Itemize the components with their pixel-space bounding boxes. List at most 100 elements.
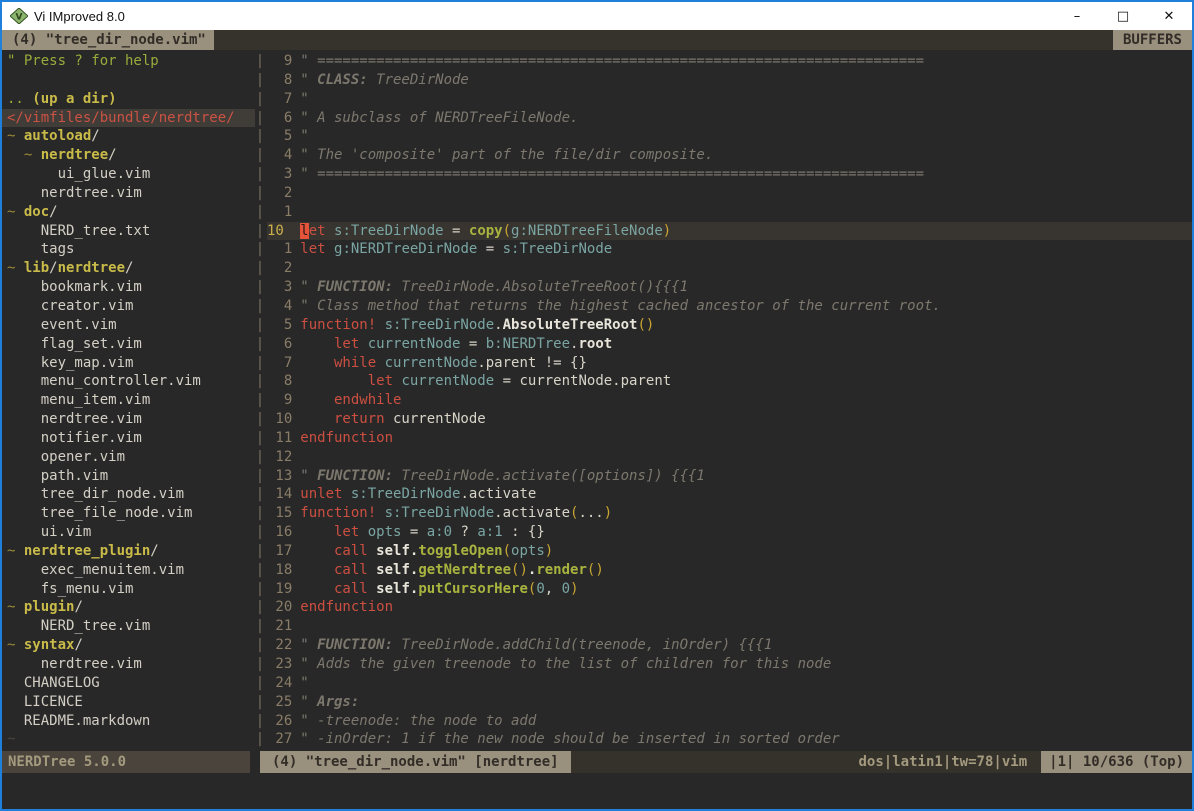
nerdtree-item[interactable]: exec_menuitem.vim [2,561,255,580]
code-text: let currentNode = currentNode.parent [300,373,671,389]
nerdtree-item[interactable]: bookmark.vim [2,278,255,297]
nerdtree-item[interactable]: ~ nerdtree_plugin/ [2,542,255,561]
code-line[interactable]: 7" [267,90,1192,109]
nerdtree-item[interactable]: flag_set.vim [2,335,255,354]
code-line[interactable]: 22" FUNCTION: TreeDirNode.addChild(treen… [267,636,1192,655]
statusline-position: |1| 10/636 (Top) [1041,751,1192,773]
code-line[interactable]: 8 let currentNode = currentNode.parent [267,372,1192,391]
window-split-bar[interactable]: ||||||||||||||||||||||||||||||||||||| [255,50,265,751]
code-line[interactable]: 11endfunction [267,429,1192,448]
token: endfunction [300,599,393,615]
code-line[interactable]: 3" FUNCTION: TreeDirNode.AbsoluteTreeRoo… [267,278,1192,297]
code-line[interactable]: 8" CLASS: TreeDirNode [267,71,1192,90]
code-line[interactable]: 1let g:NERDTreeDirNode = s:TreeDirNode [267,240,1192,259]
code-line[interactable]: 23" Adds the given treenode to the list … [267,655,1192,674]
code-text: while currentNode.parent != {} [300,355,587,371]
token [300,373,367,389]
code-line[interactable]: 13" FUNCTION: TreeDirNode.activate([opti… [267,467,1192,486]
nerdtree-item[interactable]: ui_glue.vim [2,165,255,184]
minimize-button[interactable]: – [1054,2,1100,30]
token: ( [503,223,511,239]
nerdtree-item[interactable]: NERD_tree.vim [2,617,255,636]
code-line[interactable]: 2 [267,259,1192,278]
nerdtree-item[interactable]: menu_item.vim [2,391,255,410]
code-line[interactable]: 9" =====================================… [267,52,1192,71]
code-line[interactable]: 19 call self.putCursorHere(0, 0) [267,580,1192,599]
nerdtree-item[interactable]: path.vim [2,467,255,486]
nerdtree-item[interactable]: ~ nerdtree/ [2,146,255,165]
code-line[interactable]: 27" -inOrder: 1 if the new node should b… [267,730,1192,749]
nerdtree-item[interactable]: ~ lib/nerdtree/ [2,259,255,278]
nerdtree-item[interactable]: ~ plugin/ [2,598,255,617]
code-line[interactable]: 4" Class method that returns the highest… [267,297,1192,316]
tab-tree-dir-node[interactable]: (4) "tree_dir_node.vim" [2,30,214,50]
split-bar-glyph: | [255,222,265,241]
token: TreeDirNode.AbsoluteTreeRoot(){{{1 [393,279,688,295]
nerdtree-item[interactable]: tree_dir_node.vim [2,485,255,504]
split-bar-glyph: | [255,448,265,467]
token: creator.vim [7,298,133,314]
nerdtree-item[interactable]: ~ autoload/ [2,127,255,146]
vim-icon: V [10,8,28,24]
code-line[interactable]: 17 call self.toggleOpen(opts) [267,542,1192,561]
maximize-button[interactable]: □ [1100,2,1146,30]
code-line[interactable]: 5function! s:TreeDirNode.AbsoluteTreeRoo… [267,316,1192,335]
nerdtree-item[interactable]: " Press ? for help [2,52,255,71]
code-line[interactable]: 18 call self.getNerdtree().render() [267,561,1192,580]
nerdtree-item[interactable]: key_map.vim [2,354,255,373]
token: , [545,581,562,597]
code-line[interactable]: 9 endwhile [267,391,1192,410]
nerdtree-item[interactable]: nerdtree.vim [2,410,255,429]
code-line[interactable]: 4" The 'composite' part of the file/dir … [267,146,1192,165]
code-line[interactable]: 16 let opts = a:0 ? a:1 : {} [267,523,1192,542]
code-line[interactable]: 14unlet s:TreeDirNode.activate [267,485,1192,504]
nerdtree-item[interactable]: fs_menu.vim [2,580,255,599]
nerdtree-item[interactable]: nerdtree.vim [2,184,255,203]
nerdtree-item[interactable]: .. (up a dir) [2,90,255,109]
code-line[interactable]: 3" =====================================… [267,165,1192,184]
status-info-item: vim [1002,754,1027,770]
line-number: 6 [267,109,292,128]
split-bar-glyph: | [255,184,265,203]
close-button[interactable]: ✕ [1146,2,1192,30]
token: () [511,562,528,578]
nerdtree-item[interactable]: event.vim [2,316,255,335]
nerdtree-root-item[interactable]: </vimfiles/bundle/nerdtree/ [2,109,255,128]
nerdtree-item[interactable]: ui.vim [2,523,255,542]
nerdtree-item[interactable]: menu_controller.vim [2,372,255,391]
code-line[interactable]: 20endfunction [267,598,1192,617]
nerdtree-item[interactable]: tags [2,240,255,259]
nerdtree-item[interactable]: notifier.vim [2,429,255,448]
code-line[interactable]: 24" [267,674,1192,693]
code-line[interactable]: 12 [267,448,1192,467]
line-number: 8 [267,372,292,391]
code-line[interactable]: 2 [267,184,1192,203]
nerdtree-item[interactable] [2,71,255,90]
code-line[interactable]: 6" A subclass of NERDTreeFileNode. [267,109,1192,128]
nerdtree-item[interactable]: LICENCE [2,693,255,712]
nerdtree-item[interactable]: tree_file_node.vim [2,504,255,523]
token: NERD_tree.vim [7,618,150,634]
nerdtree-item[interactable]: creator.vim [2,297,255,316]
nerdtree-item[interactable]: ~ syntax/ [2,636,255,655]
code-line[interactable]: 10 return currentNode [267,410,1192,429]
statusline-fill [571,751,859,773]
nerdtree-item[interactable]: nerdtree.vim [2,655,255,674]
nerdtree-item[interactable]: NERD_tree.txt [2,222,255,241]
code-line[interactable]: 15function! s:TreeDirNode.activate(...) [267,504,1192,523]
nerdtree-item[interactable]: ~ doc/ [2,203,255,222]
code-line[interactable]: 25" Args: [267,693,1192,712]
nerdtree-item[interactable]: README.markdown [2,712,255,731]
split-bar-glyph: | [255,165,265,184]
nerdtree-item[interactable]: opener.vim [2,448,255,467]
code-line[interactable]: 6 let currentNode = b:NERDTree.root [267,335,1192,354]
code-line[interactable]: 5" [267,127,1192,146]
code-line[interactable]: 26" -treenode: the node to add [267,712,1192,731]
nerdtree-item[interactable]: ~ [2,730,255,749]
nerdtree-item[interactable]: CHANGELOG [2,674,255,693]
code-line-cursor[interactable]: 10let s:TreeDirNode = copy(g:NERDTreeFil… [267,222,1192,241]
code-line[interactable]: 1 [267,203,1192,222]
code-line[interactable]: 7 while currentNode.parent != {} [267,354,1192,373]
line-number: 1 [267,240,292,259]
code-line[interactable]: 21 [267,617,1192,636]
